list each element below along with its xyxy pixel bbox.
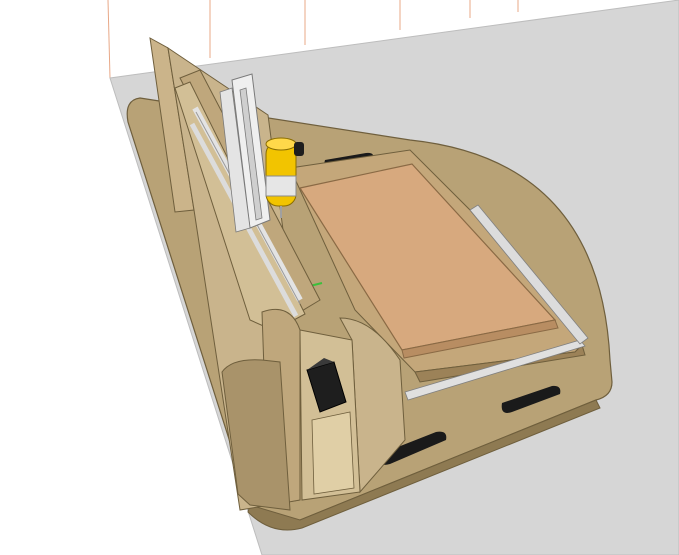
grid-line <box>107 0 111 79</box>
gantry-foot-plate <box>221 359 291 511</box>
cnc-router-render <box>107 0 679 555</box>
gantry-front-inner <box>311 411 355 495</box>
model-viewport[interactable] <box>0 0 679 555</box>
